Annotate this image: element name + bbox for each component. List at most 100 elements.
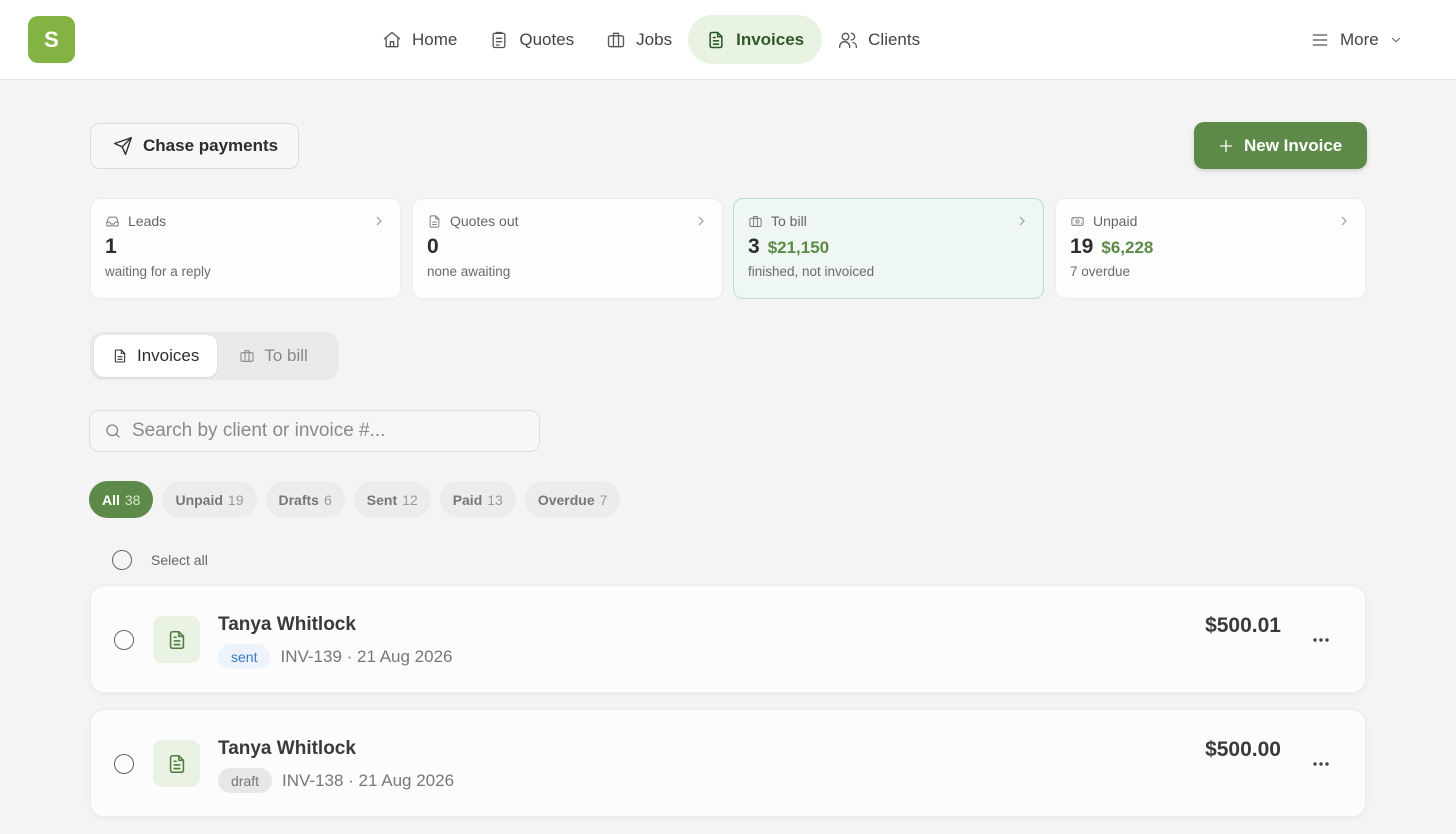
filter-label: All (102, 491, 120, 508)
tab-invoices[interactable]: Invoices (94, 335, 218, 377)
filter-count: 13 (487, 491, 503, 508)
nav-quotes-label: Quotes (519, 29, 575, 49)
stat-count: 3 (748, 235, 760, 258)
invoice-client-name: Tanya Whitlock (218, 614, 356, 635)
search-icon (106, 424, 120, 438)
app-logo[interactable]: S (28, 16, 75, 63)
document-icon (169, 630, 184, 649)
stat-amount: $21,150 (767, 238, 830, 257)
filter-label: Overdue (537, 491, 595, 508)
document-icon (169, 754, 184, 773)
status-badge: sent (218, 644, 271, 669)
row-checkbox[interactable] (114, 630, 134, 650)
chevron-right-icon (376, 216, 382, 226)
row-menu-button[interactable] (1309, 630, 1333, 650)
filter-label: Drafts (278, 491, 319, 508)
nav-jobs-label: Jobs (636, 29, 673, 49)
filter-count: 6 (323, 491, 332, 508)
stat-card-quotes-out[interactable]: Quotes out 0 none awaiting (412, 198, 723, 299)
filter-unpaid[interactable]: Unpaid 19 (162, 481, 257, 518)
filter-sent[interactable]: Sent 12 (353, 481, 431, 518)
filter-label: Paid (452, 491, 483, 508)
invoice-amount: $500.00 (1205, 738, 1281, 761)
status-filters: All 38 Unpaid 19 Drafts 6 Sent 12 Paid 13 Ove… (89, 481, 621, 518)
nav-home[interactable]: Home (366, 15, 473, 64)
send-icon (113, 136, 133, 156)
chase-payments-label: Chase payments (143, 136, 279, 155)
invoice-icon (114, 349, 126, 363)
chevron-right-icon (1019, 216, 1025, 226)
select-all[interactable]: Select all (112, 550, 208, 570)
new-invoice-button[interactable]: New Invoice (1194, 122, 1367, 169)
invoice-meta: INV-138 · 21 Aug 2026 (282, 770, 455, 790)
tab-to-bill[interactable]: To bill (221, 335, 325, 377)
stat-card-leads[interactable]: Leads 1 waiting for a reply (90, 198, 401, 299)
stat-label: To bill (771, 213, 807, 229)
stat-label: Quotes out (450, 213, 519, 229)
nav-clients[interactable]: Clients (822, 15, 936, 64)
logo-letter: S (44, 26, 59, 52)
stat-card-to-bill[interactable]: To bill 3 $21,150 finished, not invoiced (733, 198, 1044, 299)
more-label: More (1340, 29, 1379, 49)
select-all-label: Select all (151, 552, 208, 568)
filter-overdue[interactable]: Overdue 7 (524, 481, 621, 518)
filter-drafts[interactable]: Drafts 6 (265, 481, 345, 518)
new-invoice-label: New Invoice (1244, 135, 1343, 155)
filter-count: 38 (124, 491, 141, 508)
clipboard-icon (492, 31, 506, 48)
stat-subtext: waiting for a reply (105, 264, 211, 279)
invoice-row[interactable]: Tanya Whitlock sent INV-139 · 21 Aug 202… (90, 585, 1366, 693)
stat-label: Leads (128, 213, 167, 229)
stat-card-unpaid[interactable]: Unpaid 19 $6,228 7 overdue (1055, 198, 1366, 299)
home-icon (383, 31, 401, 47)
invoice-doc-icon (153, 616, 200, 663)
nav-quotes[interactable]: Quotes (473, 15, 590, 64)
view-tabs: Invoices To bill (90, 332, 338, 380)
briefcase-icon (240, 350, 254, 362)
nav-invoices[interactable]: Invoices (688, 15, 823, 64)
invoice-doc-icon (153, 740, 200, 787)
invoice-client-name: Tanya Whitlock (218, 738, 356, 759)
tab-invoices-label: Invoices (137, 346, 200, 365)
filter-label: Unpaid (175, 491, 223, 508)
top-navigation-bar: S Home Quotes Jobs Invoices Clients More (0, 0, 1456, 80)
invoice-row[interactable]: Tanya Whitlock draft INV-138 · 21 Aug 20… (90, 709, 1366, 817)
plus-icon (1220, 139, 1232, 152)
nav-invoices-label: Invoices (736, 29, 805, 49)
tab-to-bill-label: To bill (264, 346, 308, 365)
more-menu-button[interactable]: More (1298, 15, 1415, 64)
status-badge: draft (218, 768, 273, 793)
chevron-down-icon (1391, 37, 1400, 42)
stat-label: Unpaid (1093, 213, 1138, 229)
main-nav: Home Quotes Jobs Invoices Clients (366, 15, 936, 64)
invoice-icon (709, 31, 723, 48)
stat-count: 0 (427, 235, 439, 258)
row-menu-button[interactable] (1309, 754, 1333, 774)
chase-payments-button[interactable]: Chase payments (90, 123, 299, 169)
row-checkbox[interactable] (114, 754, 134, 774)
chevron-right-icon (698, 216, 704, 226)
stat-subtext: finished, not invoiced (748, 264, 875, 279)
filter-count: 7 (599, 491, 608, 508)
nav-jobs[interactable]: Jobs (590, 15, 688, 64)
stat-count: 19 (1070, 235, 1094, 258)
filter-count: 19 (227, 491, 244, 508)
stat-count: 1 (105, 235, 117, 258)
cash-icon (1071, 216, 1084, 226)
search-input[interactable] (132, 420, 512, 442)
invoice-meta: INV-139 · 21 Aug 2026 (280, 646, 453, 666)
filter-label: Sent (366, 491, 398, 508)
filter-paid[interactable]: Paid 13 (439, 481, 516, 518)
briefcase-icon (608, 32, 625, 47)
briefcase-icon (749, 215, 762, 227)
menu-icon (1312, 33, 1328, 46)
invoice-amount: $500.01 (1205, 614, 1281, 637)
nav-home-label: Home (412, 29, 458, 49)
more-horizontal-icon (1313, 762, 1329, 766)
stat-subtext: 7 overdue (1070, 264, 1131, 279)
select-all-checkbox[interactable] (112, 550, 132, 570)
stat-amount: $6,228 (1101, 238, 1154, 257)
inbox-icon (106, 216, 119, 226)
filter-all[interactable]: All 38 (89, 481, 154, 518)
more-horizontal-icon (1313, 638, 1329, 642)
